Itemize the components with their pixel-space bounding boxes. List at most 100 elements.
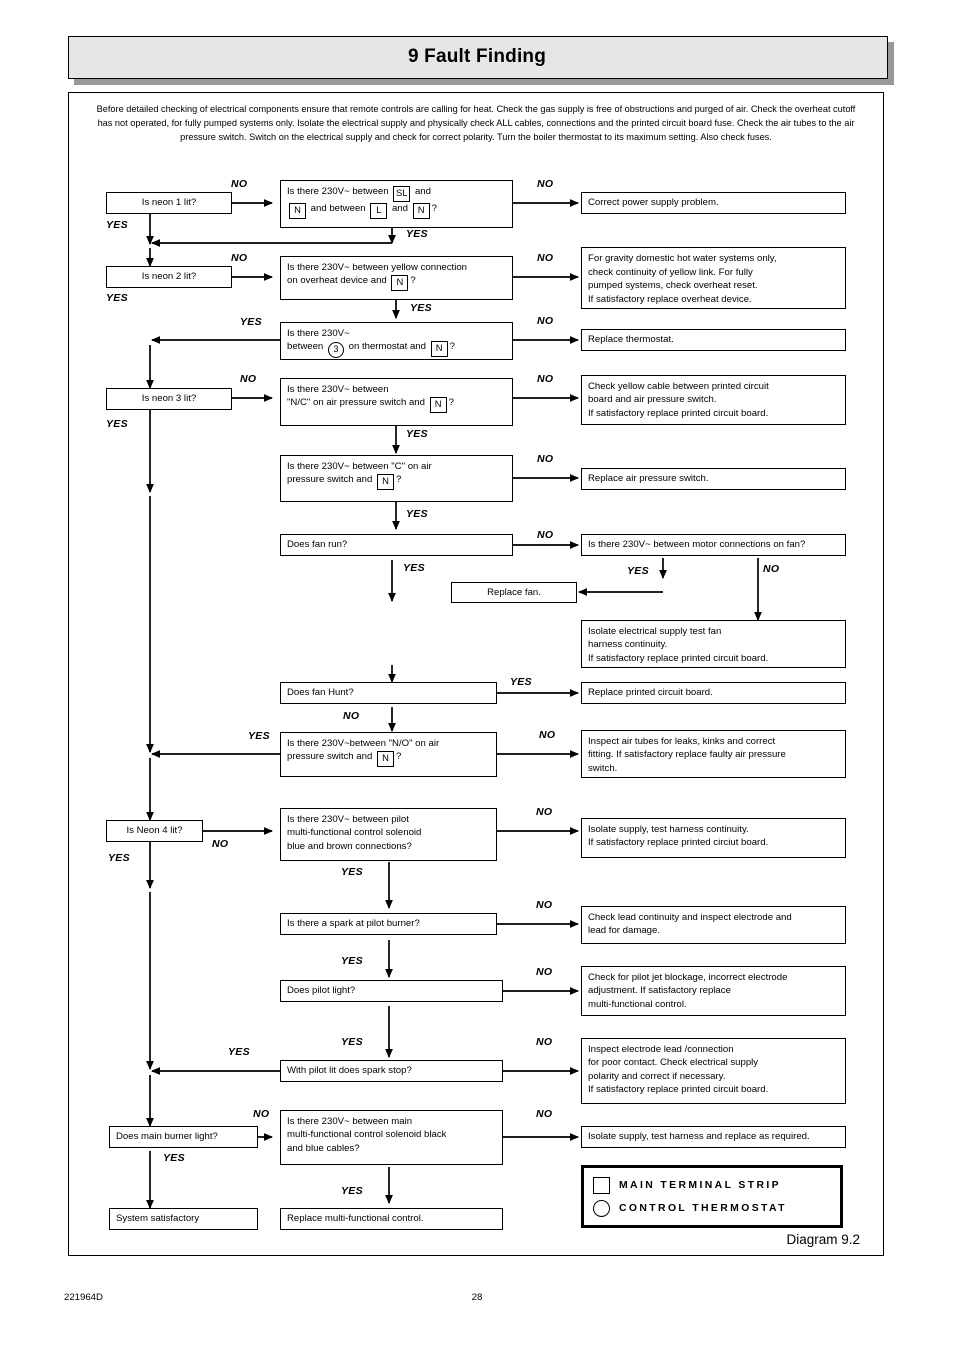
terminal-l: L [370, 203, 388, 219]
action-pilot-jet-l2: adjustment. If satisfactory replace [588, 985, 731, 997]
q-overheat-line2a: on overheat device and [287, 275, 387, 287]
edge-label-thermostat-yes: YES [240, 316, 262, 328]
action-yellow-cable-l1: Check yellow cable between printed circu… [588, 381, 769, 392]
q-c-line2b: ? [396, 474, 402, 486]
edge-label-neon4-no: NO [212, 838, 229, 850]
node-pilot-solenoid[interactable]: Is there 230V~ between pilot multi-funct… [280, 808, 497, 861]
edge-label-c-no: NO [537, 453, 554, 465]
q-sl-n-line1a: Is there 230V~ between [287, 186, 389, 197]
node-neon2-label: Is neon 2 lit? [141, 271, 197, 283]
node-check-overheat[interactable]: Is there 230V~ between yellow connection… [280, 256, 513, 300]
node-neon4[interactable]: Is Neon 4 lit? [106, 820, 203, 842]
action-replace-fan[interactable]: Replace fan. [451, 582, 577, 603]
action-pilot-jet-l1: Check for pilot jet blockage, incorrect … [588, 972, 788, 983]
edge-label-pilotlight-no: NO [536, 966, 553, 978]
q-nc-line1: Is there 230V~ between [287, 384, 389, 395]
action-replace-aps-label: Replace air pressure switch. [588, 473, 709, 485]
node-spark-pilot[interactable]: Is there a spark at pilot burner? [280, 913, 497, 935]
node-spark-stop-label: With pilot lit does spark stop? [287, 1065, 412, 1077]
action-replace-thermostat-label: Replace thermostat. [588, 334, 674, 346]
q-sl-n-line2b: and [391, 203, 408, 214]
q-pilot-solenoid-l3: blue and brown connections? [287, 840, 412, 852]
action-main-harness[interactable]: Isolate supply, test harness and replace… [581, 1126, 846, 1148]
action-yellow-cable[interactable]: Check yellow cable between printed circu… [581, 375, 846, 425]
action-electrode-connection-l1: Inspect electrode lead /connection [588, 1044, 734, 1055]
legend-control-thermostat-label: CONTROL THERMOSTAT [619, 1203, 787, 1214]
action-overheat[interactable]: For gravity domestic hot water systems o… [581, 247, 846, 309]
q-no-line1b: on air [415, 738, 440, 749]
action-air-tubes-l3: switch. [588, 762, 618, 774]
node-pilot-light[interactable]: Does pilot light? [280, 980, 503, 1002]
legend-square-icon [593, 1177, 610, 1194]
action-replace-aps[interactable]: Replace air pressure switch. [581, 468, 846, 490]
q-main-solenoid-l1: Is there 230V~ between main [287, 1116, 413, 1127]
action-electrode-lead[interactable]: Check lead continuity and inspect electr… [581, 906, 846, 944]
action-replace-mfc[interactable]: Replace multi-functional control. [280, 1208, 503, 1230]
action-replace-pcb[interactable]: Replace printed circuit board. [581, 682, 846, 704]
action-pilot-jet[interactable]: Check for pilot jet blockage, incorrect … [581, 966, 846, 1016]
action-pilot-harness[interactable]: Isolate supply, test harness continuity.… [581, 818, 846, 858]
node-check-c[interactable]: Is there 230V~ between "C" on air pressu… [280, 455, 513, 502]
edge-label-slnn-no: NO [537, 178, 554, 190]
terminal-n-no: N [377, 751, 394, 768]
q-thermostat-line2a: between [287, 341, 324, 353]
action-electrode-connection[interactable]: Inspect electrode lead /connection for p… [581, 1038, 846, 1104]
action-yellow-cable-l2: board and air pressure switch. [588, 394, 717, 406]
node-neon3[interactable]: Is neon 3 lit? [106, 388, 232, 410]
edge-label-neon3-yes: YES [106, 418, 128, 430]
node-check-nc[interactable]: Is there 230V~ between "N/C" on air pres… [280, 378, 513, 426]
footer-page-number: 28 [471, 1292, 483, 1303]
action-air-tubes-l2: fitting. If satisfactory replace faulty … [588, 749, 786, 761]
node-neon3-label: Is neon 3 lit? [141, 393, 197, 405]
action-electrode-lead-l1: Check lead continuity and inspect electr… [588, 912, 792, 923]
action-system-satisfactory-label: System satisfactory [116, 1213, 200, 1225]
node-neon1[interactable]: Is neon 1 lit? [106, 192, 232, 214]
node-fan-hunt[interactable]: Does fan Hunt? [280, 682, 497, 704]
action-pilot-harness-l1: Isolate supply, test harness continuity. [588, 824, 749, 835]
node-main-solenoid[interactable]: Is there 230V~ between main multi-functi… [280, 1110, 503, 1165]
edge-label-mainsol-no: NO [536, 1108, 553, 1120]
action-electrode-connection-l2: for poor contact. Check electrical suppl… [588, 1057, 759, 1069]
action-air-tubes[interactable]: Inspect air tubes for leaks, kinks and c… [581, 730, 846, 778]
node-main-burner[interactable]: Does main burner light? [109, 1126, 258, 1148]
legend-row-terminal-strip: MAIN TERMINAL STRIP [593, 1174, 831, 1197]
q-no-line2b: ? [396, 751, 402, 763]
node-check-sl-n[interactable]: Is there 230V~ between SL and N and betw… [280, 180, 513, 228]
q-c-line2a: pressure switch and [287, 474, 373, 486]
q-sl-n-line2c: ? [431, 203, 437, 214]
action-system-satisfactory[interactable]: System satisfactory [109, 1208, 258, 1230]
edge-label-overheat-no: NO [537, 252, 554, 264]
q-c-line1b: on air [407, 461, 432, 472]
action-overheat-l4: If satisfactory replace overheat device. [588, 293, 752, 305]
action-replace-thermostat[interactable]: Replace thermostat. [581, 329, 846, 351]
node-fan-run[interactable]: Does fan run? [280, 534, 513, 556]
edge-label-fanhunt-no: NO [343, 710, 360, 722]
node-spark-stop[interactable]: With pilot lit does spark stop? [280, 1060, 503, 1082]
q-c-terminal: "C" [391, 461, 406, 472]
edge-label-neon2-no: NO [231, 252, 248, 264]
node-fan-motor-voltage[interactable]: Is there 230V~ between motor connections… [581, 534, 846, 556]
edge-label-neon2-yes: YES [106, 292, 128, 304]
edge-label-fanmotor-no: NO [763, 563, 780, 575]
action-power-supply[interactable]: Correct power supply problem. [581, 192, 846, 214]
q-no-line1a: Is there 230V~between [287, 738, 386, 749]
node-neon2[interactable]: Is neon 2 lit? [106, 266, 232, 288]
action-power-supply-label: Correct power supply problem. [588, 197, 719, 209]
node-fan-run-label: Does fan run? [287, 539, 348, 551]
q-c-line1a: Is there 230V~ between [287, 461, 389, 472]
legend-terminal-strip-label: MAIN TERMINAL STRIP [619, 1180, 782, 1191]
legend-circle-icon [593, 1200, 610, 1217]
diagram-number: Diagram 9.2 [786, 1232, 860, 1247]
intro-paragraph: Before detailed checking of electrical c… [96, 104, 856, 143]
node-check-no-contact[interactable]: Is there 230V~between "N/O" on air press… [280, 732, 497, 777]
node-check-thermostat[interactable]: Is there 230V~ between 3 on thermostat a… [280, 322, 513, 360]
page-title: 9 Fault Finding [407, 45, 547, 67]
action-fan-harness[interactable]: Isolate electrical supply test fan harne… [581, 620, 846, 668]
page-title-bar: 9 Fault Finding [68, 36, 894, 85]
q-sl-n-line1b: and [414, 186, 431, 197]
edge-label-nc-yes: YES [406, 428, 428, 440]
action-yellow-cable-l3: If satisfactory replace printed circuit … [588, 407, 769, 419]
action-electrode-connection-l4: If satisfactory replace printed circuit … [588, 1084, 769, 1096]
action-fan-harness-l2: harness continuity. [588, 639, 668, 651]
action-replace-pcb-label: Replace printed circuit board. [588, 687, 713, 699]
